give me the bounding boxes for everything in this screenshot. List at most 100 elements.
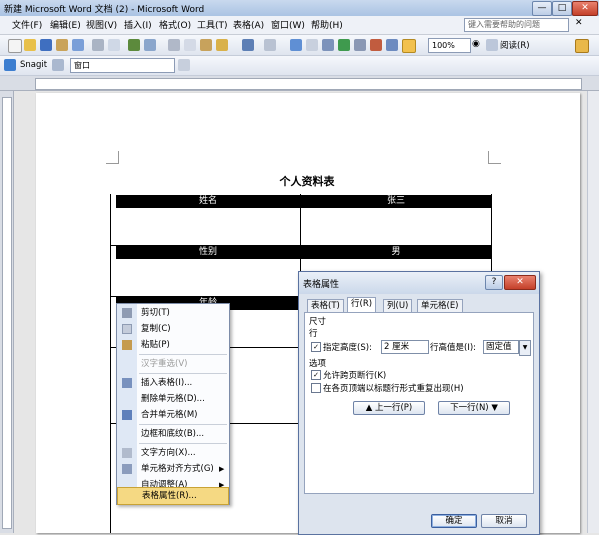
help-button[interactable]: ? xyxy=(485,275,503,290)
copy-icon[interactable] xyxy=(184,39,196,51)
table-cell-label[interactable]: 姓名 xyxy=(116,195,300,208)
print-preview-icon[interactable] xyxy=(108,39,120,51)
spelling-icon[interactable] xyxy=(128,39,140,51)
tab-cell[interactable]: 单元格(E) xyxy=(417,299,463,313)
document-map-icon[interactable] xyxy=(386,39,398,51)
menu-item-reconvert: 汉字重选(V) xyxy=(141,359,188,369)
capture-icon[interactable] xyxy=(178,59,190,71)
margin-mark xyxy=(488,151,501,164)
close-button[interactable]: ✕ xyxy=(572,1,598,16)
vertical-ruler[interactable] xyxy=(0,91,14,533)
menu-insert[interactable]: 插入(I) xyxy=(124,18,152,31)
print-icon[interactable] xyxy=(92,39,104,51)
paste-icon[interactable] xyxy=(200,39,212,51)
text-direction-icon xyxy=(122,448,132,458)
row-height-rule-select[interactable]: 固定值 xyxy=(483,340,519,354)
table-cell-value[interactable]: 男 xyxy=(301,246,491,259)
insert-table-icon xyxy=(122,378,132,388)
chevron-down-icon[interactable]: ▼ xyxy=(519,340,531,356)
menu-item-table-properties[interactable]: 表格属性(R)... xyxy=(117,487,229,505)
help-icon[interactable]: ◉ xyxy=(472,39,480,49)
menu-view[interactable]: 视图(V) xyxy=(86,18,117,31)
title-bar: 新建 Microsoft Word 文档 (2) - Microsoft Wor… xyxy=(0,0,599,16)
snagit-icon xyxy=(4,59,16,71)
cell-alignment-icon xyxy=(122,464,132,474)
redo-icon[interactable] xyxy=(264,39,276,51)
table-cell-label[interactable]: 性别 xyxy=(116,246,300,259)
copy-icon xyxy=(122,324,132,334)
snagit-label[interactable]: Snagit xyxy=(20,60,47,70)
cut-icon[interactable] xyxy=(168,39,180,51)
help-search-input[interactable]: 键入需要帮助的问题 xyxy=(464,18,569,32)
tab-row[interactable]: 行(R) xyxy=(347,297,377,313)
dialog-title-bar: 表格属性 ? ✕ xyxy=(299,272,539,294)
hyperlink-icon[interactable] xyxy=(290,39,302,51)
repeat-header-checkbox[interactable] xyxy=(311,383,321,393)
menu-window[interactable]: 窗口(W) xyxy=(271,18,305,31)
read-button[interactable]: 阅读(R) xyxy=(500,39,530,51)
drawing-icon[interactable] xyxy=(370,39,382,51)
menu-item-paste[interactable]: 粘贴(P) xyxy=(117,337,229,353)
allow-row-break-checkbox[interactable]: ✓ xyxy=(311,370,321,380)
permission-icon[interactable] xyxy=(56,39,68,51)
merge-cells-icon xyxy=(122,410,132,420)
menu-item-text-direction[interactable]: 文字方向(X)... xyxy=(117,445,229,461)
size-heading: 尺寸 xyxy=(309,317,327,327)
email-icon[interactable] xyxy=(72,39,84,51)
row-heading: 行 xyxy=(309,329,318,339)
next-row-button[interactable]: 下一行(N) ▼ xyxy=(438,401,510,415)
format-painter-icon[interactable] xyxy=(216,39,228,51)
tab-table[interactable]: 表格(T) xyxy=(307,299,344,313)
dialog-title: 表格属性 xyxy=(303,280,340,290)
menu-help[interactable]: 帮助(H) xyxy=(311,18,343,31)
capture-mode-combo[interactable]: 窗口 xyxy=(70,58,175,73)
paste-icon xyxy=(122,340,132,350)
menu-item-borders-shading[interactable]: 边框和底纹(B)... xyxy=(117,426,229,442)
ok-button[interactable]: 确定 xyxy=(431,514,477,528)
save-icon[interactable] xyxy=(40,39,52,51)
maximize-button[interactable]: □ xyxy=(552,1,572,16)
specify-height-checkbox[interactable]: ✓ xyxy=(311,342,321,352)
tab-column[interactable]: 列(U) xyxy=(383,299,413,313)
insert-table-icon[interactable] xyxy=(322,39,334,51)
menu-file[interactable]: 文件(F) xyxy=(12,18,42,31)
minimize-button[interactable]: — xyxy=(532,1,552,16)
snagit-toolbar: Snagit 窗口 xyxy=(0,56,599,76)
menu-item-cut[interactable]: 剪切(T) xyxy=(117,305,229,321)
columns-icon[interactable] xyxy=(354,39,366,51)
row-height-input[interactable]: 2 厘米 xyxy=(381,340,429,354)
table-cell-value[interactable]: 张三 xyxy=(301,195,491,208)
undo-icon[interactable] xyxy=(242,39,254,51)
menu-format[interactable]: 格式(O) xyxy=(159,18,191,31)
menu-item-cell-alignment[interactable]: 单元格对齐方式(G) ▶ xyxy=(117,461,229,477)
show-hide-icon[interactable] xyxy=(402,39,416,53)
insert-excel-icon[interactable] xyxy=(338,39,350,51)
cancel-button[interactable]: 取消 xyxy=(481,514,527,528)
menu-tools[interactable]: 工具(T) xyxy=(197,18,228,31)
new-icon[interactable] xyxy=(8,39,22,53)
horizontal-ruler[interactable] xyxy=(0,76,599,91)
context-menu: 剪切(T) 复制(C) 粘贴(P) 汉字重选(V) 插入表格(I)... 删除单… xyxy=(116,303,230,505)
close-document-icon[interactable]: ✕ xyxy=(575,18,583,28)
menu-table[interactable]: 表格(A) xyxy=(233,18,264,31)
specify-height-label: 指定高度(S): xyxy=(323,343,372,353)
standard-toolbar: 100% ◉ 阅读(R) xyxy=(0,35,599,56)
vertical-scrollbar[interactable] xyxy=(587,91,599,533)
read-icon[interactable] xyxy=(486,39,498,51)
open-icon[interactable] xyxy=(24,39,36,51)
menu-edit[interactable]: 编辑(E) xyxy=(50,18,81,31)
dialog-close-button[interactable]: ✕ xyxy=(504,275,536,290)
document-title: 个人资料表 xyxy=(279,175,335,188)
toolbar-options-icon[interactable] xyxy=(575,39,589,53)
window-title: 新建 Microsoft Word 文档 (2) - Microsoft Wor… xyxy=(4,5,205,15)
menu-item-delete-cells[interactable]: 删除单元格(D)... xyxy=(117,391,229,407)
menu-item-insert-table[interactable]: 插入表格(I)... xyxy=(117,375,229,391)
zoom-combo[interactable]: 100% xyxy=(428,38,471,53)
menu-item-copy[interactable]: 复制(C) xyxy=(117,321,229,337)
cut-icon xyxy=(122,308,132,318)
previous-row-button[interactable]: ▲ 上一行(P) xyxy=(353,401,425,415)
research-icon[interactable] xyxy=(144,39,156,51)
capture-settings-icon[interactable] xyxy=(52,59,64,71)
tables-borders-icon[interactable] xyxy=(306,39,318,51)
menu-item-merge-cells[interactable]: 合并单元格(M) xyxy=(117,407,229,423)
